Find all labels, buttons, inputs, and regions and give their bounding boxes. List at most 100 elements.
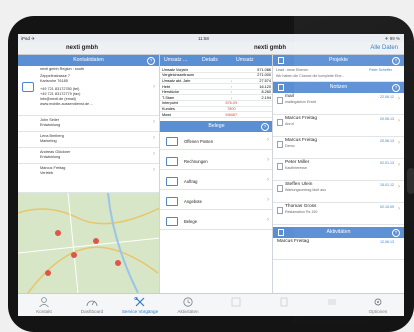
activity-item[interactable]: Marcus Freitag 12.06.13 [273,238,404,260]
stats-cell: Mwst [160,111,219,118]
note-sub: Wartungsvertrag läuft aus [285,188,327,192]
tab-details[interactable]: Details [202,55,218,66]
note-icon [277,97,283,104]
person-row[interactable]: Andreas Glöckner Entwicklung › [18,148,159,164]
note-item[interactable]: Marcus Freitag Demo 20.06.13 › [273,137,404,159]
folder-icon [166,137,178,146]
tab-label: Optionen [368,309,388,314]
status-time: 11:58 [198,35,209,41]
chevron-right-icon: › [267,197,269,203]
email-link[interactable]: info@nexti.de (email) [40,97,76,102]
chevron-right-icon: › [398,96,400,102]
note-item[interactable]: mail mailingaktion Erkelt 22.06.12 › [273,93,404,115]
note-sub: mailingaktion Erkelt [285,100,317,104]
info-icon[interactable]: ? [392,228,400,237]
tab-label: Dashboard [80,309,104,314]
tab-umsatz-prev[interactable]: Umsatz ... [164,55,187,66]
chevron-right-icon: › [267,217,269,223]
ipad-frame: iPad ✈ 11:58 ✈ 99 % nexti gmbh nexti gmb… [8,16,414,332]
chevron-right-icon: › [267,157,269,163]
folder-icon [166,197,178,206]
project-owner: Peter Scheffer [369,68,392,72]
note-icon [277,163,283,170]
note-title: Steffen Ulein [285,182,313,187]
note-title: Marcus Freitag [285,116,317,121]
note-date: 15.01.12 [380,183,394,187]
chevron-right-icon: › [267,177,269,183]
project-row[interactable]: Lead : neue Ebenen Peter Scheffer Wir ha… [273,66,404,82]
tab-service-vorgaenge[interactable]: Service Vorgänge [116,294,164,316]
person-icon [39,297,49,307]
list-item-label: Offenen Posten [184,139,214,144]
activity-title: Marcus Freitag [277,239,309,244]
chevron-right-icon: › [398,118,400,124]
note-sub: Kaufinteresse [285,166,307,170]
chevron-right-icon: › [398,162,400,168]
chevron-right-icon: › [267,137,269,143]
status-left: iPad ✈ [21,35,36,41]
note-date: 02.01.13 [380,161,394,165]
status-bar: iPad ✈ 11:58 ✈ 99 % [18,34,404,42]
chevron-right-icon: › [153,151,155,157]
tab-label: Kontakt [36,309,52,314]
note-item[interactable]: Thomas Gross Reklamation Rs 190 02.10.09 › [273,203,404,225]
list-item[interactable]: Angebote › [160,193,272,210]
list-item[interactable]: Rechnungen › [160,153,272,170]
phone-tel[interactable]: +49 721 83172780 (tel) [40,87,79,92]
contacts-header-label: Kontaktdaten [73,57,104,63]
list-item[interactable]: Auftrag › [160,173,272,190]
folder-icon [166,217,178,226]
phone-fax[interactable]: +49 721 83172779 (fax) [40,92,80,97]
tab-doc[interactable] [260,294,308,316]
tab-aktivitaeten[interactable]: Aktivitäten [164,294,212,316]
grid-icon [231,297,241,307]
project-desc: Wir haben die Chance die komplette Ebe..… [276,74,345,78]
doc-icon [280,297,288,307]
person-name: Andreas Glöckner [40,150,71,154]
person-row[interactable]: Lena Breiberg Marketing › [18,132,159,148]
note-date: 20.06.13 [380,117,394,121]
document-icon [278,57,284,64]
tab-grid[interactable] [212,294,260,316]
note-icon [277,185,283,192]
tab-list[interactable] [308,294,356,316]
list-item-label: Auftrag [184,179,198,184]
all-data-button[interactable]: Alle Daten [370,45,398,51]
info-icon[interactable]: ? [392,83,400,92]
chevron-right-icon: › [153,84,155,90]
person-row[interactable]: John Seiler Entwicklung › [18,116,159,132]
tab-kontakt[interactable]: Kontakt [20,294,68,316]
list-item[interactable]: Belege › [160,213,272,230]
belege-header: Belege ? [160,121,272,132]
note-title: mail [285,94,294,99]
note-title: Thomas Gross [285,204,317,209]
gear-icon [374,298,382,306]
notes-header-label: Notizen [329,84,348,90]
info-icon[interactable]: ? [392,56,400,65]
note-item[interactable]: Peter Miller Kaufinteresse 02.01.13 › [273,159,404,181]
company-info[interactable]: nexti gmbh Region : south Zeppelinstrass… [18,66,159,116]
list-icon [328,299,336,305]
person-row[interactable]: Marcus Freitag Vertrieb › [18,164,159,193]
info-icon[interactable]: ? [261,122,269,131]
activity-column: Projekte ? Lead : neue Ebenen Peter Sche… [273,55,404,293]
nav-left-title: nexti gmbh [66,45,99,51]
clock-icon [183,297,193,307]
note-item[interactable]: Steffen Ulein Wartungsvertrag läuft aus 15… [273,181,404,203]
website-link[interactable]: www.mobile-aussendienst.de ... [40,102,93,107]
person-role: Marketing [40,139,57,143]
note-date: 20.06.13 [380,139,394,143]
list-item-label: Angebote [184,199,202,204]
tab-umsatz[interactable]: Umsatz [236,55,254,66]
info-icon[interactable]: ? [147,56,155,65]
person-role: Entwicklung [40,155,61,159]
activities-header: Aktivitäten ? [273,227,404,238]
tab-dashboard[interactable]: Dashboard [68,294,116,316]
tab-optionen[interactable]: Optionen [354,294,402,316]
projects-header-label: Projekte [328,57,349,63]
list-item[interactable]: Offenen Posten › [160,133,272,150]
person-role: Vertrieb [40,171,54,175]
note-item[interactable]: Marcus Freitag Anruf 20.06.13 › [273,115,404,137]
location-map[interactable] [18,192,159,293]
tab-bar: Kontakt Dashboard Service Vorgänge Aktiv… [18,293,404,316]
